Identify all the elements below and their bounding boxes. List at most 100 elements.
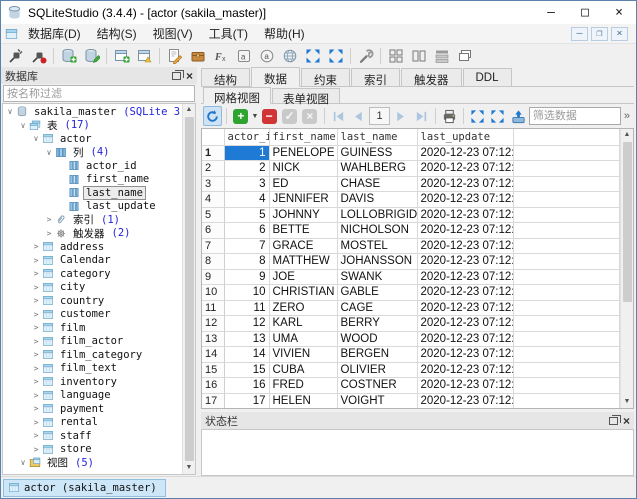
row-header[interactable]: 4 xyxy=(202,192,224,208)
cell-last_update[interactable]: 2020-12-23 07:12:29 xyxy=(417,285,513,301)
menu-help[interactable]: 帮助(H) xyxy=(256,23,313,44)
cell-first_name[interactable]: CHRISTIAN xyxy=(269,285,337,301)
tree-item-film_text[interactable]: >film_text xyxy=(3,362,182,376)
prev-page-button[interactable] xyxy=(349,106,368,126)
mdi-tile-horizontal-button[interactable] xyxy=(430,45,453,66)
menu-view[interactable]: 视图(V) xyxy=(145,23,201,44)
chevron-collapsed-icon[interactable]: > xyxy=(31,350,41,359)
row-header[interactable]: 8 xyxy=(202,254,224,270)
tree-item-film[interactable]: >film xyxy=(3,321,182,335)
cell-actor_id[interactable]: 2 xyxy=(224,161,269,177)
fit-rows-button[interactable] xyxy=(488,106,507,126)
cell-actor_id[interactable]: 1 xyxy=(224,145,269,161)
cell-last_update[interactable]: 2020-12-23 07:12:29 xyxy=(417,331,513,347)
chevron-collapsed-icon[interactable]: > xyxy=(31,323,41,332)
cell-first_name[interactable]: ED xyxy=(269,176,337,192)
scroll-up-icon[interactable]: ▲ xyxy=(183,104,196,116)
row-header[interactable]: 12 xyxy=(202,316,224,332)
cell-last_name[interactable]: WOOD xyxy=(337,331,417,347)
cell-last_name[interactable]: BERGEN xyxy=(337,347,417,363)
tree-item-staff[interactable]: >staff xyxy=(3,429,182,443)
cell-first_name[interactable]: ZERO xyxy=(269,300,337,316)
row-header[interactable]: 16 xyxy=(202,378,224,394)
mdi-restore-button[interactable]: ❐ xyxy=(591,27,608,41)
chevron-expanded-icon[interactable]: ∨ xyxy=(18,121,28,130)
tree-item-sakila_master[interactable]: ∨sakila_master(SQLite 3) xyxy=(3,105,182,119)
commit-changes-button[interactable]: ✓ xyxy=(280,106,299,126)
cell-last_name[interactable]: BERRY xyxy=(337,316,417,332)
cell-last_name[interactable]: OLIVIER xyxy=(337,362,417,378)
cell-last_name[interactable]: SWANK xyxy=(337,269,417,285)
data-filter-input[interactable] xyxy=(529,107,621,125)
row-header[interactable]: 10 xyxy=(202,285,224,301)
tree-item-store[interactable]: >store xyxy=(3,443,182,457)
cell-last_name[interactable]: DAVIS xyxy=(337,192,417,208)
menu-tools[interactable]: 工具(T) xyxy=(201,23,256,44)
tree-item-film_category[interactable]: >film_category xyxy=(3,348,182,362)
taskbar-window-button[interactable]: actor (sakila_master) xyxy=(3,479,166,497)
minimize-button[interactable]: – xyxy=(534,1,568,24)
refresh-data-button[interactable] xyxy=(203,106,222,126)
tree-item-inventory[interactable]: >inventory xyxy=(3,375,182,389)
chevron-collapsed-icon[interactable]: > xyxy=(31,296,41,305)
maximize-button[interactable]: □ xyxy=(568,1,602,24)
chevron-expanded-icon[interactable]: ∨ xyxy=(44,148,54,157)
chevron-collapsed-icon[interactable]: > xyxy=(31,242,41,251)
cell-first_name[interactable]: FRED xyxy=(269,378,337,394)
tree-item-language[interactable]: >language xyxy=(3,389,182,403)
cell-last_name[interactable]: COSTNER xyxy=(337,378,417,394)
cell-first_name[interactable]: GRACE xyxy=(269,238,337,254)
chevron-collapsed-icon[interactable]: > xyxy=(31,337,41,346)
tree-item-actor_id[interactable]: actor_id xyxy=(3,159,182,173)
tab-数据[interactable]: 数据 xyxy=(251,67,300,87)
page-number-input[interactable]: 1 xyxy=(369,107,390,125)
row-header[interactable]: 13 xyxy=(202,331,224,347)
cell-actor_id[interactable]: 6 xyxy=(224,223,269,239)
tree-item--[interactable]: ∨表(17) xyxy=(3,119,182,133)
functions-editor-button[interactable]: Fx xyxy=(209,45,232,66)
view-tab-网格视图[interactable]: 网格视图 xyxy=(203,87,271,104)
cell-actor_id[interactable]: 10 xyxy=(224,285,269,301)
cell-last_name[interactable]: LOLLOBRIGIDA xyxy=(337,207,417,223)
next-page-button[interactable] xyxy=(391,106,410,126)
tree-item-rental[interactable]: >rental xyxy=(3,416,182,430)
collations-editor-button[interactable]: a xyxy=(232,45,255,66)
cell-first_name[interactable]: UMA xyxy=(269,331,337,347)
tree-item-customer[interactable]: >customer xyxy=(3,308,182,322)
cell-first_name[interactable]: KARL xyxy=(269,316,337,332)
tab-DDL[interactable]: DDL xyxy=(463,68,512,86)
row-header[interactable]: 11 xyxy=(202,300,224,316)
row-header[interactable]: 6 xyxy=(202,223,224,239)
float-panel-icon[interactable] xyxy=(609,417,618,425)
row-header[interactable]: 2 xyxy=(202,161,224,177)
maximize-windows-button[interactable] xyxy=(324,45,347,66)
mdi-tile-vertical-button[interactable] xyxy=(407,45,430,66)
mdi-tile-windows-button[interactable] xyxy=(384,45,407,66)
cell-last_update[interactable]: 2020-12-23 07:12:29 xyxy=(417,238,513,254)
cell-last_name[interactable]: GUINESS xyxy=(337,145,417,161)
cell-last_name[interactable]: NICHOLSON xyxy=(337,223,417,239)
cell-first_name[interactable]: BETTE xyxy=(269,223,337,239)
chevron-collapsed-icon[interactable]: > xyxy=(31,364,41,373)
cell-last_update[interactable]: 2020-12-23 07:12:29 xyxy=(417,347,513,363)
chevron-collapsed-icon[interactable]: > xyxy=(31,418,41,427)
chevron-collapsed-icon[interactable]: > xyxy=(31,283,41,292)
tree-item-address[interactable]: >address xyxy=(3,240,182,254)
tree-filter-input[interactable] xyxy=(3,85,195,102)
tab-触发器[interactable]: 触发器 xyxy=(401,68,462,86)
cell-actor_id[interactable]: 3 xyxy=(224,176,269,192)
cell-last_update[interactable]: 2020-12-23 07:12:29 xyxy=(417,207,513,223)
column-header-last_name[interactable]: last_name xyxy=(337,129,417,145)
cell-last_name[interactable]: GABLE xyxy=(337,285,417,301)
cell-last_name[interactable]: WAHLBERG xyxy=(337,161,417,177)
cell-last_update[interactable]: 2020-12-23 07:12:29 xyxy=(417,362,513,378)
toolbar-overflow-chevron[interactable]: » xyxy=(622,110,632,122)
mdi-minimize-button[interactable]: – xyxy=(571,27,588,41)
chevron-collapsed-icon[interactable]: > xyxy=(44,229,54,238)
cell-first_name[interactable]: NICK xyxy=(269,161,337,177)
cell-last_update[interactable]: 2020-12-23 07:12:29 xyxy=(417,254,513,270)
cell-actor_id[interactable]: 5 xyxy=(224,207,269,223)
row-header[interactable]: 7 xyxy=(202,238,224,254)
cell-first_name[interactable]: VIVIEN xyxy=(269,347,337,363)
cell-actor_id[interactable]: 7 xyxy=(224,238,269,254)
